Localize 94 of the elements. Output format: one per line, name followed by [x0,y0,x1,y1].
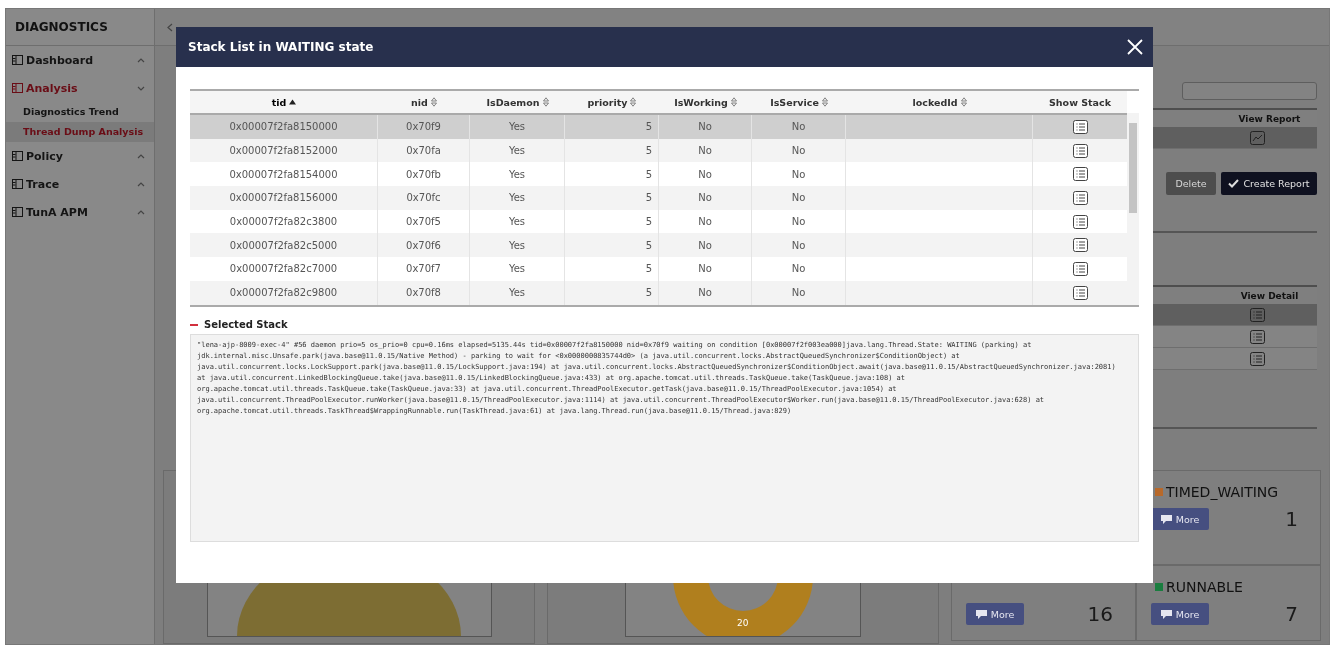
table-cell: 0x70f7 [378,257,470,281]
status-count: 1 [1285,507,1298,531]
panel-icon [12,55,23,65]
status-count: 7 [1285,602,1298,626]
table-cell: 0x70f8 [378,280,470,305]
create-report-button[interactable]: Create Report [1221,172,1317,195]
table-cell: No [659,257,752,281]
table-cell: No [752,257,846,281]
list-icon[interactable] [1250,351,1265,366]
list-icon[interactable] [1072,167,1088,182]
table-cell: 5 [565,186,659,210]
table-cell: Yes [470,186,565,210]
table-cell: 0x00007f2fa82c9800 [190,280,378,305]
check-icon [1228,179,1240,188]
list-icon[interactable] [1072,238,1088,253]
table-cell: 0x00007f2fa8150000 [190,115,378,139]
table-cell: Yes [470,257,565,281]
list-icon[interactable] [1072,119,1088,134]
panel-icon [12,207,23,217]
comment-icon [1160,514,1172,524]
submenu-item[interactable]: Diagnostics Trend [6,102,154,122]
section-title: Selected Stack [204,319,288,330]
close-icon[interactable] [1127,39,1143,55]
sort-icon [542,97,549,107]
column-header[interactable]: IsService [752,91,846,113]
table-cell: 0x70fc [378,186,470,210]
column-header[interactable]: nid [378,91,470,113]
comment-icon [975,609,987,619]
column-header: Show Stack [1048,95,1112,110]
stack-text-area[interactable] [190,334,1139,542]
menu-item[interactable]: Analysis [6,74,154,102]
sort-ascending-icon [289,99,297,105]
panel-icon [12,151,23,161]
table-cell: 0x70f9 [378,115,470,139]
scrollbar[interactable] [1127,113,1139,305]
menu-item[interactable]: Trace [6,170,154,198]
table-cell: No [659,115,752,139]
list-icon[interactable] [1250,329,1265,344]
column-header[interactable]: priority [565,91,659,113]
more-button[interactable]: More [1151,508,1209,530]
table-cell: Yes [470,280,565,305]
table-cell: 5 [565,280,659,305]
table-row[interactable]: 0x00007f2fa82c5000 0x70f6 Yes 5 No No [190,233,1127,258]
table-cell: No [752,186,846,210]
table-row[interactable]: 0x00007f2fa82c9800 0x70f8 Yes 5 No No [190,280,1127,305]
table-cell: 0x00007f2fa8156000 [190,186,378,210]
caret-icon [137,57,145,63]
table-row[interactable]: 0x00007f2fa8152000 0x70fa Yes 5 No No [190,138,1127,163]
table-row[interactable]: 0x00007f2fa8156000 0x70fc Yes 5 No No [190,186,1127,210]
status-count: 16 [1087,602,1113,626]
panel-icon [12,179,23,189]
caret-icon [137,209,145,215]
table-cell: No [659,280,752,305]
table-cell: 5 [565,115,659,139]
table-cell: No [752,115,846,139]
chart-icon[interactable] [1250,130,1265,145]
chevron-left-icon[interactable] [167,22,173,32]
table-cell: 0x00007f2fa82c7000 [190,257,378,281]
menu-item[interactable]: Policy [6,142,154,170]
table-cell: No [752,280,846,305]
table-cell: 5 [565,257,659,281]
column-header[interactable]: lockedId [846,91,1033,113]
comment-icon [1160,609,1172,619]
menu-item[interactable]: Dashboard [6,46,154,74]
list-icon[interactable] [1072,214,1088,229]
table-row[interactable]: 0x00007f2fa8150000 0x70f9 Yes 5 No No [190,115,1127,139]
sort-icon [730,97,737,107]
menu-item[interactable]: TunA APM [6,198,154,226]
search-field[interactable] [1182,82,1317,100]
panel-icon [12,83,23,93]
table-cell: No [659,186,752,210]
more-button[interactable]: More [966,603,1024,625]
sidebar-title: DIAGNOSTICS [6,9,154,46]
modal-title: Stack List in WAITING state [188,40,374,54]
column-header[interactable]: IsDaemon [470,91,565,113]
column-header[interactable]: tid [190,91,378,113]
sort-icon [960,97,967,107]
list-icon[interactable] [1072,285,1088,300]
table-cell: Yes [470,115,565,139]
donut-label: 20 [737,618,749,628]
status-label: RUNNABLE [1166,579,1243,595]
caret-icon [137,153,145,159]
column-header[interactable]: IsWorking [659,91,752,113]
more-button[interactable]: More [1151,603,1209,625]
sort-icon [630,97,637,107]
caret-icon [137,85,145,91]
delete-button[interactable]: Delete [1166,172,1216,195]
caret-icon [137,181,145,187]
list-icon[interactable] [1072,190,1088,205]
status-label: TIMED_WAITING [1166,484,1279,500]
list-icon[interactable] [1072,143,1088,158]
sort-icon [821,97,828,107]
sort-icon [430,97,437,107]
list-icon[interactable] [1072,261,1088,276]
